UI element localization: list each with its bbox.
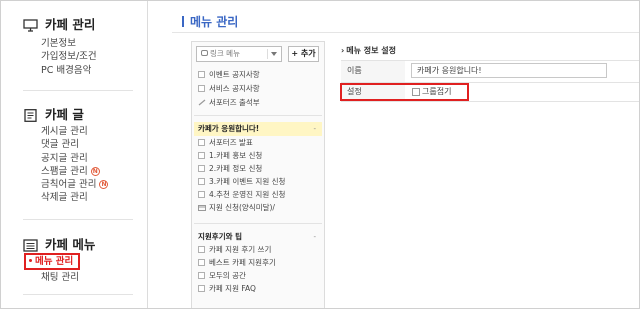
settings-section-title-text: 메뉴 정보 설정 bbox=[346, 46, 397, 55]
sidebar-section-posts: 카페 글 bbox=[23, 104, 84, 122]
menu-item-label: 1.카페 홍보 신청 bbox=[209, 151, 263, 160]
sidebar-divider bbox=[23, 294, 133, 295]
sidebar-section-cafe-menu: 카페 메뉴 bbox=[23, 234, 95, 252]
sidebar-item-comments[interactable]: 댓글 관리 bbox=[41, 138, 108, 151]
menu-item-label: 서비스 공지사항 bbox=[209, 84, 260, 93]
menu-item[interactable]: 베스트 카페 지원후기 bbox=[198, 257, 276, 268]
document-icon bbox=[23, 107, 38, 122]
sidebar-section-cafe-admin: 카페 관리 bbox=[23, 14, 95, 32]
page-title-text: 메뉴 관리 bbox=[190, 15, 239, 29]
settings-section-title: › 메뉴 정보 설정 bbox=[341, 45, 396, 56]
menu-item[interactable]: 3.카페 이벤트 지원 신청 bbox=[198, 176, 285, 187]
sidebar-item-notices[interactable]: 공지글 관리 bbox=[41, 152, 108, 165]
menu-group-header[interactable]: 지원후기와 팁 - bbox=[194, 230, 322, 244]
page-title: 메뉴 관리 bbox=[182, 13, 238, 30]
new-badge: N bbox=[99, 180, 109, 190]
menu-item[interactable]: 지원 신청(양식미달)/ bbox=[198, 202, 275, 213]
menu-name-input[interactable]: 카페가 응원합니다! bbox=[411, 63, 607, 78]
board-icon bbox=[198, 178, 205, 185]
sidebar-item-label: 스팸글 관리 bbox=[41, 165, 88, 177]
menu-item-label: 모두의 공간 bbox=[209, 271, 246, 280]
title-accent-bar bbox=[182, 16, 184, 27]
menu-item[interactable]: 2.카페 정모 신청 bbox=[198, 163, 262, 174]
board-icon bbox=[198, 246, 205, 253]
menu-list-icon bbox=[23, 237, 38, 252]
pencil-icon bbox=[198, 98, 206, 106]
monitor-icon bbox=[23, 17, 38, 32]
board-icon bbox=[198, 165, 205, 172]
menu-item-label: 이벤트 공지사항 bbox=[209, 70, 260, 79]
select-separator bbox=[267, 49, 268, 59]
board-icon bbox=[198, 191, 205, 198]
board-icon bbox=[198, 85, 205, 92]
sidebar-section-title: 카페 관리 bbox=[45, 16, 96, 32]
menu-item[interactable]: 1.카페 홍보 신청 bbox=[198, 150, 262, 161]
menu-group-header-selected[interactable]: 카페가 응원합니다! - bbox=[194, 122, 322, 136]
menu-item-label: 카페 지원 후기 쓰기 bbox=[209, 245, 272, 254]
chevron-down-icon bbox=[271, 52, 277, 56]
sidebar-section-title: 카페 메뉴 bbox=[45, 236, 96, 252]
sidebar-item-deleted[interactable]: 삭제글 관리 bbox=[41, 191, 108, 204]
new-badge: N bbox=[90, 166, 100, 176]
sidebar-section-title: 카페 글 bbox=[45, 106, 84, 122]
menu-item[interactable]: 서포터즈 출석부 bbox=[198, 97, 260, 108]
menu-item-label: 서포터즈 발표 bbox=[209, 138, 253, 147]
archive-icon bbox=[198, 203, 206, 211]
board-icon bbox=[198, 71, 205, 78]
menu-item-label: 2.카페 정모 신청 bbox=[209, 164, 263, 173]
add-button[interactable]: + 추가 bbox=[288, 46, 319, 62]
sidebar-item-menu-admin[interactable]: 메뉴 관리 bbox=[24, 253, 80, 270]
group-divider bbox=[194, 115, 322, 116]
menu-item[interactable]: 카페 지원 후기 쓰기 bbox=[198, 244, 271, 255]
active-dot bbox=[29, 259, 32, 262]
sidebar: 카페 관리 기본정보 가입정보/조건 PC 배경음악 카페 글 게시글 관리 댓… bbox=[1, 1, 148, 308]
link-menu-select[interactable]: 링크 메뉴 bbox=[196, 46, 282, 62]
menu-item[interactable]: 카페 지원 FAQ bbox=[198, 283, 256, 294]
menu-item-label: 지원 신청(양식미달)/ bbox=[209, 203, 275, 212]
sidebar-item-forbidden[interactable]: 금칙어글 관리 N bbox=[41, 178, 109, 191]
menu-item-label: 카페 지원 FAQ bbox=[209, 284, 256, 293]
link-menu-select-value: 링크 메뉴 bbox=[210, 49, 240, 58]
header-divider bbox=[172, 32, 639, 33]
menu-item-label: 베스트 카페 지원후기 bbox=[209, 258, 276, 267]
menu-item[interactable]: 서포터즈 발표 bbox=[198, 137, 253, 148]
group-divider bbox=[194, 223, 322, 224]
sidebar-item-bgm[interactable]: PC 배경음악 bbox=[41, 64, 97, 77]
menu-item-label: 4.추천 운영진 지원 신청 bbox=[209, 190, 286, 199]
board-icon bbox=[198, 139, 205, 146]
group-collapse-label[interactable]: 그룹접기 bbox=[422, 86, 451, 97]
sidebar-divider bbox=[23, 90, 133, 91]
sidebar-list-cafe-menu: 채팅 관리 bbox=[41, 271, 79, 284]
menu-group-title: 지원후기와 팁 bbox=[198, 232, 243, 241]
board-icon bbox=[198, 152, 205, 159]
sidebar-list-cafe-admin: 기본정보 가입정보/조건 PC 배경음악 bbox=[41, 37, 97, 77]
menu-group-title: 카페가 응원합니다! bbox=[198, 124, 260, 133]
board-icon bbox=[198, 272, 205, 279]
sidebar-divider bbox=[23, 219, 133, 220]
menu-item[interactable]: 4.추천 운영진 지원 신청 bbox=[198, 189, 285, 200]
menu-item[interactable]: 모두의 공간 bbox=[198, 270, 246, 281]
sidebar-list-posts: 게시글 관리 댓글 관리 공지글 관리 스팸글 관리 N 금칙어글 관리 N 삭제글… bbox=[41, 125, 109, 205]
menu-tree-panel bbox=[191, 41, 325, 308]
board-icon bbox=[198, 285, 205, 292]
menu-item[interactable]: 이벤트 공지사항 bbox=[198, 69, 260, 80]
menu-item-label: 서포터즈 출석부 bbox=[209, 98, 260, 107]
page-frame: 카페 관리 기본정보 가입정보/조건 PC 배경음악 카페 글 게시글 관리 댓… bbox=[0, 0, 640, 309]
sidebar-item-label: 메뉴 관리 bbox=[35, 256, 74, 267]
name-label: 이름 bbox=[341, 61, 405, 82]
menu-item-label: 3.카페 이벤트 지원 신청 bbox=[209, 177, 286, 186]
menu-item[interactable]: 서비스 공지사항 bbox=[198, 83, 260, 94]
sidebar-item-chat-admin[interactable]: 채팅 관리 bbox=[41, 271, 79, 284]
sidebar-item-basic-info[interactable]: 기본정보 bbox=[41, 37, 97, 50]
chevron-right-icon: › bbox=[341, 46, 345, 55]
board-icon bbox=[198, 259, 205, 266]
sidebar-item-label: 금칙어글 관리 bbox=[41, 179, 97, 191]
collapse-toggle[interactable]: - bbox=[313, 230, 316, 244]
sidebar-item-posts[interactable]: 게시글 관리 bbox=[41, 125, 108, 138]
sidebar-item-spam[interactable]: 스팸글 관리 N bbox=[41, 165, 108, 178]
group-collapse-checkbox[interactable] bbox=[412, 88, 420, 96]
link-icon bbox=[201, 50, 208, 56]
sidebar-item-join-info[interactable]: 가입정보/조건 bbox=[41, 50, 97, 63]
collapse-toggle[interactable]: - bbox=[313, 122, 316, 136]
